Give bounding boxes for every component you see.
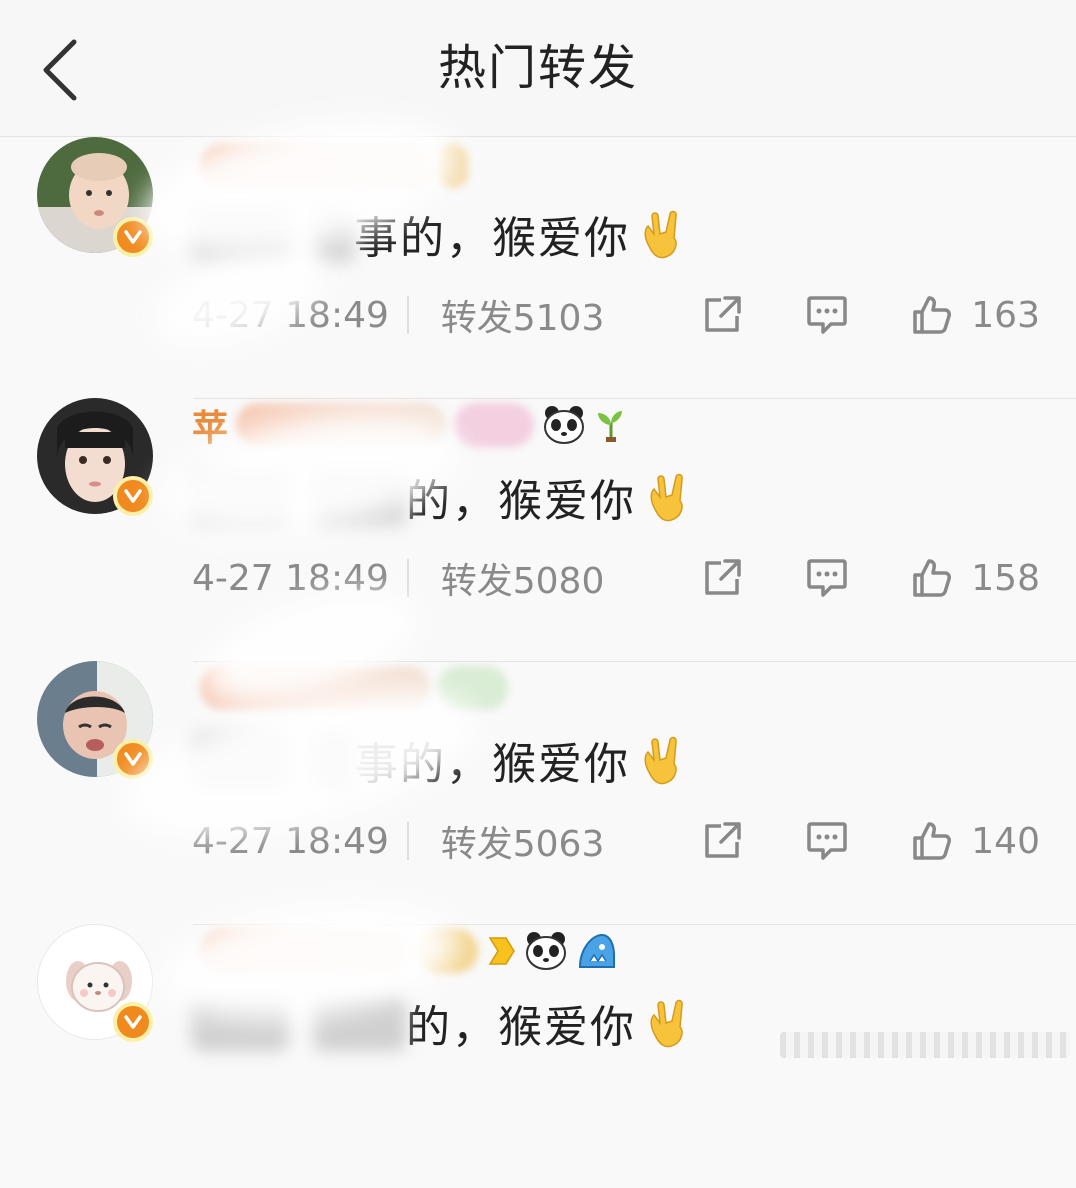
thumbs-up-icon[interactable] <box>911 557 953 599</box>
panda-emoji-icon <box>544 406 585 444</box>
level-badge-icon <box>488 937 515 965</box>
divider <box>406 822 409 860</box>
rock-hand-emoji-icon <box>644 210 677 259</box>
repost-item[interactable]: 事的，猴爱你 4-27 18:49 转发5063 140 <box>0 571 1076 925</box>
rock-hand-emoji-icon <box>644 736 677 785</box>
comment-icon[interactable] <box>805 294 849 336</box>
repost-label: 转发 <box>440 824 513 865</box>
post-meta: 4-27 18:49 转发5103 163 <box>192 288 1040 342</box>
post-meta: 4-27 18:49 转发5063 140 <box>192 814 1040 868</box>
shark-emoji-icon <box>578 933 615 968</box>
verified-badge-icon <box>113 1002 153 1042</box>
repost-item[interactable]: 苹 的，猴爱你 4-27 18:49 转发5080 158 <box>0 394 1076 662</box>
rock-hand-emoji-icon <box>650 473 683 522</box>
thumbs-up-icon[interactable] <box>911 820 953 862</box>
panda-emoji-icon <box>526 932 566 970</box>
rock-hand-emoji-icon <box>650 999 683 1048</box>
share-icon[interactable] <box>701 557 745 599</box>
sprout-emoji-icon <box>598 411 623 442</box>
like-count: 163 <box>971 294 1040 336</box>
row-divider <box>193 398 1076 399</box>
repost-number: 5080 <box>512 561 605 602</box>
top-bar: 热门转发 <box>0 0 1076 137</box>
repost-label: 转发 <box>440 298 513 339</box>
repost-count[interactable]: 转发5103 <box>441 289 680 341</box>
post-text: 的，猴爱你 <box>406 1002 636 1053</box>
like-count: 140 <box>971 820 1040 862</box>
post-meta: 4-27 18:49 转发5080 158 <box>192 551 1040 605</box>
page-title: 热门转发 <box>437 40 638 96</box>
share-icon[interactable] <box>701 820 745 862</box>
divider <box>406 296 409 334</box>
watermark-strip <box>780 1032 1070 1058</box>
repost-number: 5063 <box>512 824 605 865</box>
verified-badge-icon <box>113 476 153 516</box>
divider <box>406 559 409 597</box>
share-icon[interactable] <box>701 294 745 336</box>
repost-item[interactable]: 事的，猴爱你 4-27 18:49 转发5103 163 <box>0 95 1076 399</box>
comment-icon[interactable] <box>805 557 849 599</box>
repost-label: 转发 <box>440 561 513 602</box>
repost-count[interactable]: 转发5063 <box>441 815 680 867</box>
thumbs-up-icon[interactable] <box>911 294 953 336</box>
like-count: 158 <box>971 557 1040 599</box>
comment-icon[interactable] <box>805 820 849 862</box>
repost-number: 5103 <box>512 298 605 339</box>
repost-count[interactable]: 转发5080 <box>441 552 680 604</box>
level-badge-blurred <box>454 403 535 447</box>
